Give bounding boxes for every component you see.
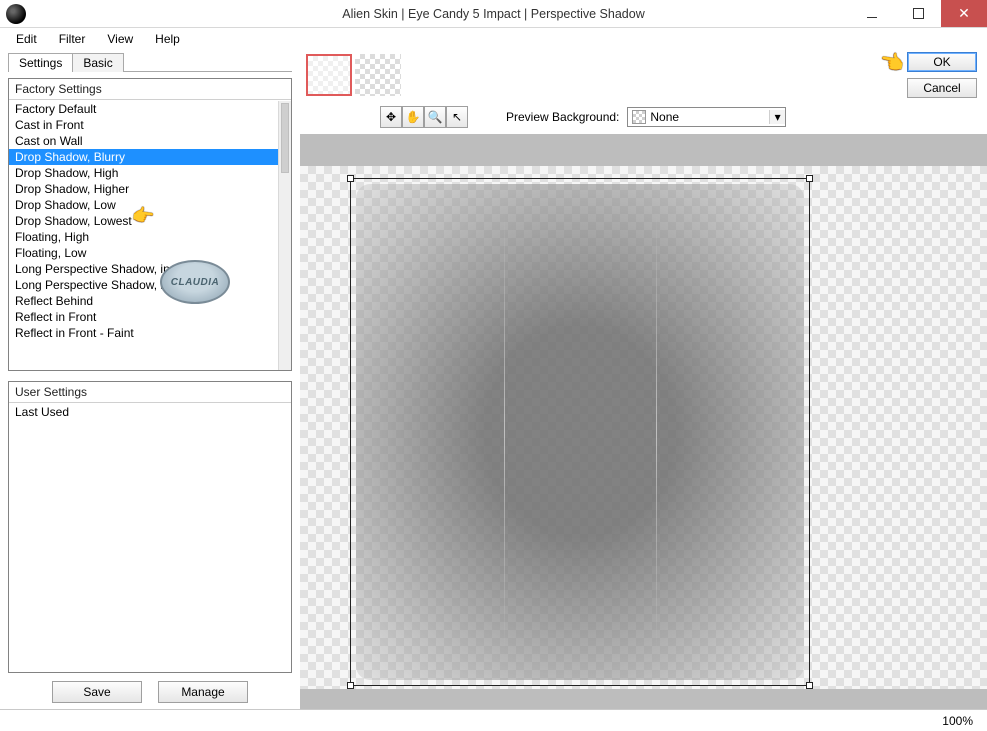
cancel-button[interactable]: Cancel xyxy=(907,78,977,98)
resize-handle-br[interactable] xyxy=(806,682,813,689)
list-item[interactable]: Long Perspective Shadow, in Back xyxy=(9,261,278,277)
user-settings-header: User Settings xyxy=(9,382,291,403)
pointer-tool-icon[interactable]: ↖ xyxy=(446,106,468,128)
title-bar: Alien Skin | Eye Candy 5 Impact | Perspe… xyxy=(0,0,987,28)
selection-frame[interactable] xyxy=(350,178,810,686)
preview-top-band xyxy=(300,134,987,166)
list-item[interactable]: Cast in Front xyxy=(9,117,278,133)
chevron-down-icon: ▾ xyxy=(769,110,785,124)
list-item[interactable]: Long Perspective Shadow, in Front xyxy=(9,277,278,293)
workspace: Settings Basic Factory Settings Factory … xyxy=(0,50,987,709)
menu-help[interactable]: Help xyxy=(145,30,190,48)
list-item[interactable]: Floating, Low xyxy=(9,245,278,261)
tab-row: Settings Basic xyxy=(8,52,292,72)
list-item[interactable]: Cast on Wall xyxy=(9,133,278,149)
resize-handle-bl[interactable] xyxy=(347,682,354,689)
watermark-badge: CLAUDIA xyxy=(160,260,230,304)
list-item[interactable]: Last Used xyxy=(9,404,278,420)
preview-pane: ✥ ✋ 🔍 ↖ Preview Background: None ▾ OK Ca… xyxy=(300,50,987,709)
list-item[interactable]: Floating, High xyxy=(9,229,278,245)
toolbar: ✥ ✋ 🔍 ↖ Preview Background: None ▾ xyxy=(300,104,987,130)
window-title: Alien Skin | Eye Candy 5 Impact | Perspe… xyxy=(0,7,987,21)
move-selection-icon[interactable]: ✥ xyxy=(380,106,402,128)
dialog-action-buttons: OK Cancel xyxy=(907,52,977,98)
settings-pane: Settings Basic Factory Settings Factory … xyxy=(0,50,300,709)
zoom-tool-icon[interactable]: 🔍 xyxy=(424,106,446,128)
manage-button[interactable]: Manage xyxy=(158,681,248,703)
pointing-hand-icon: 👉 xyxy=(878,48,907,77)
list-item[interactable]: Factory Default xyxy=(9,101,278,117)
preview-bg-swatch-icon xyxy=(632,110,646,124)
list-item[interactable]: Drop Shadow, Blurry xyxy=(9,149,278,165)
list-item[interactable]: Drop Shadow, Higher xyxy=(9,181,278,197)
menu-view[interactable]: View xyxy=(97,30,143,48)
pointing-hand-icon: 👉 xyxy=(131,205,156,229)
preview-bg-label: Preview Background: xyxy=(506,110,619,124)
tool-icon-group: ✥ ✋ 🔍 ↖ xyxy=(380,106,468,128)
menu-bar: Edit Filter View Help xyxy=(0,28,987,50)
user-settings-list[interactable]: User Settings Last Used xyxy=(8,381,292,674)
list-item[interactable]: Drop Shadow, High xyxy=(9,165,278,181)
preview-bg-combo[interactable]: None ▾ xyxy=(627,107,786,127)
thumbnail-next[interactable] xyxy=(355,54,401,96)
menu-edit[interactable]: Edit xyxy=(6,30,47,48)
resize-handle-tr[interactable] xyxy=(806,175,813,182)
list-item[interactable]: Reflect in Front - Faint xyxy=(9,325,278,341)
preview-bg-value: None xyxy=(650,110,769,124)
zoom-level: 100% xyxy=(942,714,973,728)
factory-settings-header: Factory Settings xyxy=(9,79,291,100)
thumbnail-selected[interactable] xyxy=(306,54,352,96)
tab-basic[interactable]: Basic xyxy=(72,53,123,72)
list-item[interactable]: Reflect Behind xyxy=(9,293,278,309)
menu-filter[interactable]: Filter xyxy=(49,30,96,48)
tab-settings[interactable]: Settings xyxy=(8,53,73,72)
status-bar: 100% xyxy=(0,709,987,731)
list-item[interactable]: Reflect in Front xyxy=(9,309,278,325)
resize-handle-tl[interactable] xyxy=(347,175,354,182)
scroll-thumb[interactable] xyxy=(281,103,289,173)
hand-tool-icon[interactable]: ✋ xyxy=(402,106,424,128)
preview-canvas[interactable] xyxy=(300,134,987,709)
settings-button-row: Save Manage xyxy=(8,681,292,703)
ok-button[interactable]: OK xyxy=(907,52,977,72)
save-button[interactable]: Save xyxy=(52,681,142,703)
factory-scrollbar[interactable] xyxy=(278,101,291,370)
